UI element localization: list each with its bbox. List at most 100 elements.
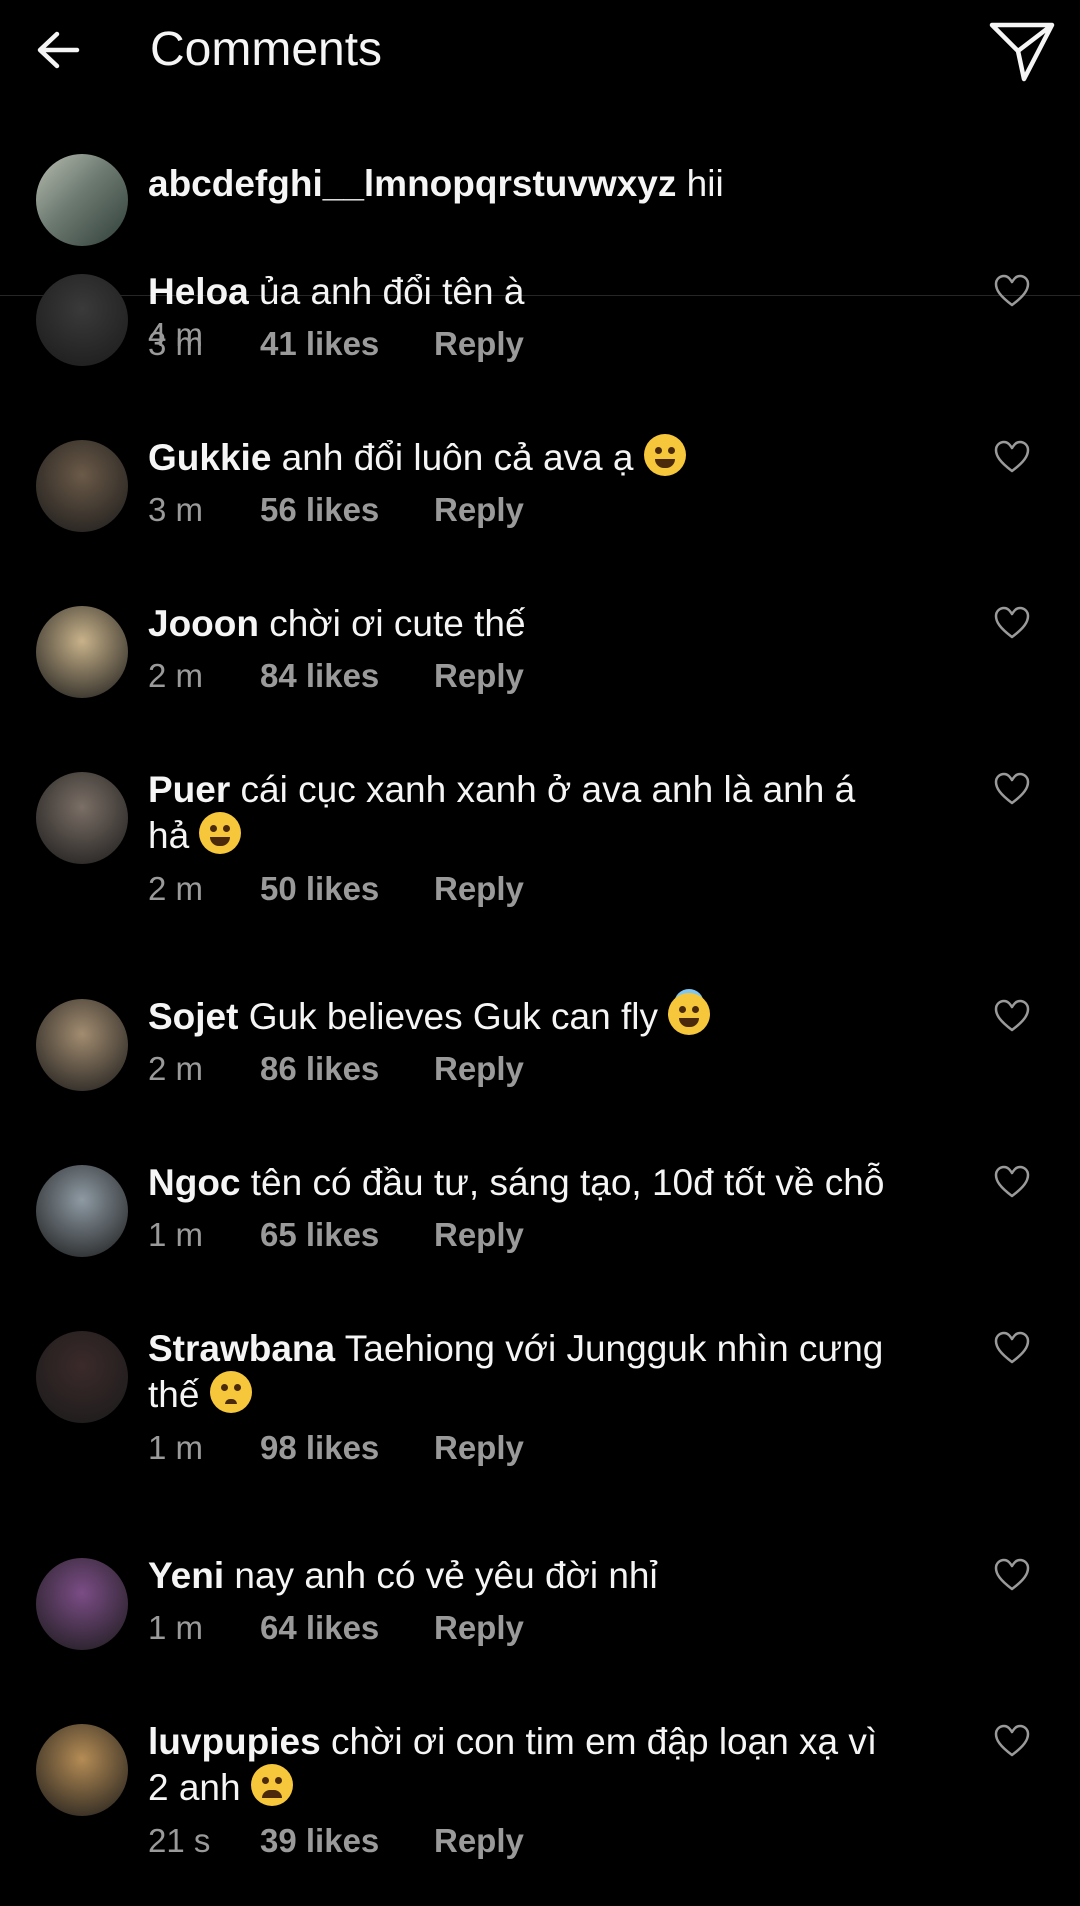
likes-count[interactable]: 39 likes bbox=[260, 1821, 434, 1861]
comment-body-line2: 2 anh bbox=[148, 1767, 241, 1808]
comment-row: Heloa ủa anh đổi tên à 3 m 41 likes Reply bbox=[0, 271, 1080, 456]
comment-text-line2: 2 anh bbox=[148, 1764, 940, 1812]
laugh-emoji-icon bbox=[199, 812, 242, 854]
comment-time: 1 m bbox=[148, 1609, 204, 1646]
like-heart-icon[interactable] bbox=[994, 1165, 1030, 1199]
comment-body: tên có đầu tư, sáng tạo, 10đ tốt về chỗ bbox=[240, 1162, 885, 1203]
reply-button[interactable]: Reply bbox=[434, 324, 524, 364]
comment-time: 2 m bbox=[148, 657, 204, 694]
comment-row: luvpupies chời ơi con tim em đập loạn xạ… bbox=[0, 1721, 1080, 1906]
back-arrow-icon bbox=[37, 31, 80, 69]
halo-emoji-icon bbox=[668, 993, 711, 1035]
comment-row: Strawbana Taehiong với Jungguk nhìn cưng… bbox=[0, 1328, 1080, 1513]
reply-button[interactable]: Reply bbox=[434, 1215, 524, 1255]
like-heart-icon[interactable] bbox=[994, 772, 1030, 806]
comment-body: chời ơi cute thế bbox=[258, 603, 526, 644]
comment-meta: 1 m 64 likes Reply bbox=[148, 1608, 524, 1648]
comment-username[interactable]: Puer bbox=[148, 769, 230, 810]
reply-button[interactable]: Reply bbox=[434, 1821, 524, 1861]
comment-username[interactable]: Ngoc bbox=[148, 1162, 241, 1203]
share-button[interactable] bbox=[986, 18, 1058, 86]
comment-body: Taehiong với Jungguk nhìn cưng bbox=[335, 1328, 884, 1369]
laugh-emoji-icon bbox=[643, 434, 686, 476]
comment-body: Guk believes Guk can fly bbox=[238, 996, 658, 1037]
comment-meta: 1 m 65 likes Reply bbox=[148, 1215, 524, 1255]
reply-button[interactable]: Reply bbox=[434, 656, 524, 696]
avatar[interactable] bbox=[36, 1558, 128, 1650]
like-heart-icon[interactable] bbox=[994, 606, 1030, 640]
plead-emoji-icon bbox=[209, 1371, 252, 1413]
comment-meta: 2 m 50 likes Reply bbox=[148, 869, 524, 909]
comment-time: 1 m bbox=[148, 1429, 204, 1466]
comment-meta: 2 m 84 likes Reply bbox=[148, 656, 524, 696]
likes-count[interactable]: 84 likes bbox=[260, 656, 434, 696]
avatar[interactable] bbox=[36, 440, 128, 532]
likes-count[interactable]: 41 likes bbox=[260, 324, 434, 364]
comment-username[interactable]: Yeni bbox=[148, 1555, 224, 1596]
avatar[interactable] bbox=[36, 1165, 128, 1257]
comment-text: Jooon chời ơi cute thế bbox=[148, 600, 940, 648]
comment-body: anh đổi luôn cả ava ạ bbox=[271, 437, 634, 478]
comment-meta: 3 m 41 likes Reply bbox=[148, 324, 524, 364]
avatar[interactable] bbox=[36, 274, 128, 366]
like-heart-icon[interactable] bbox=[994, 1724, 1030, 1758]
page-title: Comments bbox=[150, 23, 383, 76]
avatar[interactable] bbox=[36, 1331, 128, 1423]
post-caption: abcdefghi__lmnopqrstuvwxyz hii 4 m bbox=[0, 100, 1080, 353]
comment-time: 2 m bbox=[148, 870, 204, 907]
comment-username[interactable]: luvpupies bbox=[148, 1721, 321, 1762]
reply-button[interactable]: Reply bbox=[434, 1608, 524, 1648]
comment-text: Yeni nay anh có vẻ yêu đời nhỉ bbox=[148, 1552, 940, 1600]
comment-row: Jooon chời ơi cute thế 2 m 84 likes Reply bbox=[0, 603, 1080, 788]
comment-body: nay anh có vẻ yêu đời nhỉ bbox=[224, 1555, 658, 1596]
reply-button[interactable]: Reply bbox=[434, 490, 524, 530]
comment-username[interactable]: Jooon bbox=[148, 603, 259, 644]
like-heart-icon[interactable] bbox=[994, 1558, 1030, 1592]
likes-count[interactable]: 64 likes bbox=[260, 1608, 434, 1648]
send-icon bbox=[989, 22, 1055, 82]
comment-row: Ngoc tên có đầu tư, sáng tạo, 10đ tốt về… bbox=[0, 1162, 1080, 1347]
comment-username[interactable]: Strawbana bbox=[148, 1328, 335, 1369]
comment-text-line2: thế bbox=[148, 1371, 940, 1419]
likes-count[interactable]: 98 likes bbox=[260, 1428, 434, 1468]
reply-button[interactable]: Reply bbox=[434, 1428, 524, 1468]
likes-count[interactable]: 50 likes bbox=[260, 869, 434, 909]
comment-meta: 3 m 56 likes Reply bbox=[148, 490, 524, 530]
avatar[interactable] bbox=[36, 1724, 128, 1816]
comment-row: Yeni nay anh có vẻ yêu đời nhỉ 1 m 64 like… bbox=[0, 1555, 1080, 1740]
likes-count[interactable]: 86 likes bbox=[260, 1049, 434, 1089]
comment-body-line2: hả bbox=[148, 815, 190, 856]
comment-username[interactable]: Sojet bbox=[148, 996, 238, 1037]
comment-text: Ngoc tên có đầu tư, sáng tạo, 10đ tốt về… bbox=[148, 1159, 940, 1207]
comment-text-line2: hả bbox=[148, 812, 940, 860]
comment-text: luvpupies chời ơi con tim em đập loạn xạ… bbox=[148, 1718, 940, 1766]
comment-time: 1 m bbox=[148, 1216, 204, 1253]
comment-text: Sojet Guk believes Guk can fly bbox=[148, 993, 940, 1041]
comments-header: Comments bbox=[0, 0, 1080, 100]
reply-button[interactable]: Reply bbox=[434, 869, 524, 909]
comment-time: 21 s bbox=[148, 1822, 211, 1859]
comment-username[interactable]: Heloa bbox=[148, 271, 249, 312]
comment-meta: 1 m 98 likes Reply bbox=[148, 1428, 524, 1468]
like-heart-icon[interactable] bbox=[994, 999, 1030, 1033]
caption-username[interactable]: abcdefghi__lmnopqrstuvwxyz bbox=[148, 163, 676, 204]
reply-button[interactable]: Reply bbox=[434, 1049, 524, 1089]
comment-meta: 21 s 39 likes Reply bbox=[148, 1821, 524, 1861]
avatar[interactable] bbox=[36, 606, 128, 698]
likes-count[interactable]: 56 likes bbox=[260, 490, 434, 530]
comment-row: Gukkie anh đổi luôn cả ava ạ 3 m 56 likes… bbox=[0, 434, 1080, 622]
comment-body-line2: thế bbox=[148, 1374, 200, 1415]
caption-body: hii bbox=[676, 163, 724, 204]
likes-count[interactable]: 65 likes bbox=[260, 1215, 434, 1255]
comment-text: Gukkie anh đổi luôn cả ava ạ bbox=[148, 434, 940, 482]
like-heart-icon[interactable] bbox=[994, 274, 1030, 308]
avatar[interactable] bbox=[36, 772, 128, 864]
avatar[interactable] bbox=[36, 154, 128, 246]
back-button[interactable] bbox=[30, 22, 86, 78]
like-heart-icon[interactable] bbox=[994, 1331, 1030, 1365]
comment-row: Sojet Guk believes Guk can fly 2 m 86 lik… bbox=[0, 993, 1080, 1181]
comment-username[interactable]: Gukkie bbox=[148, 437, 271, 478]
avatar[interactable] bbox=[36, 999, 128, 1091]
comment-text: Puer cái cục xanh xanh ở ava anh là anh … bbox=[148, 766, 940, 814]
like-heart-icon[interactable] bbox=[994, 440, 1030, 474]
